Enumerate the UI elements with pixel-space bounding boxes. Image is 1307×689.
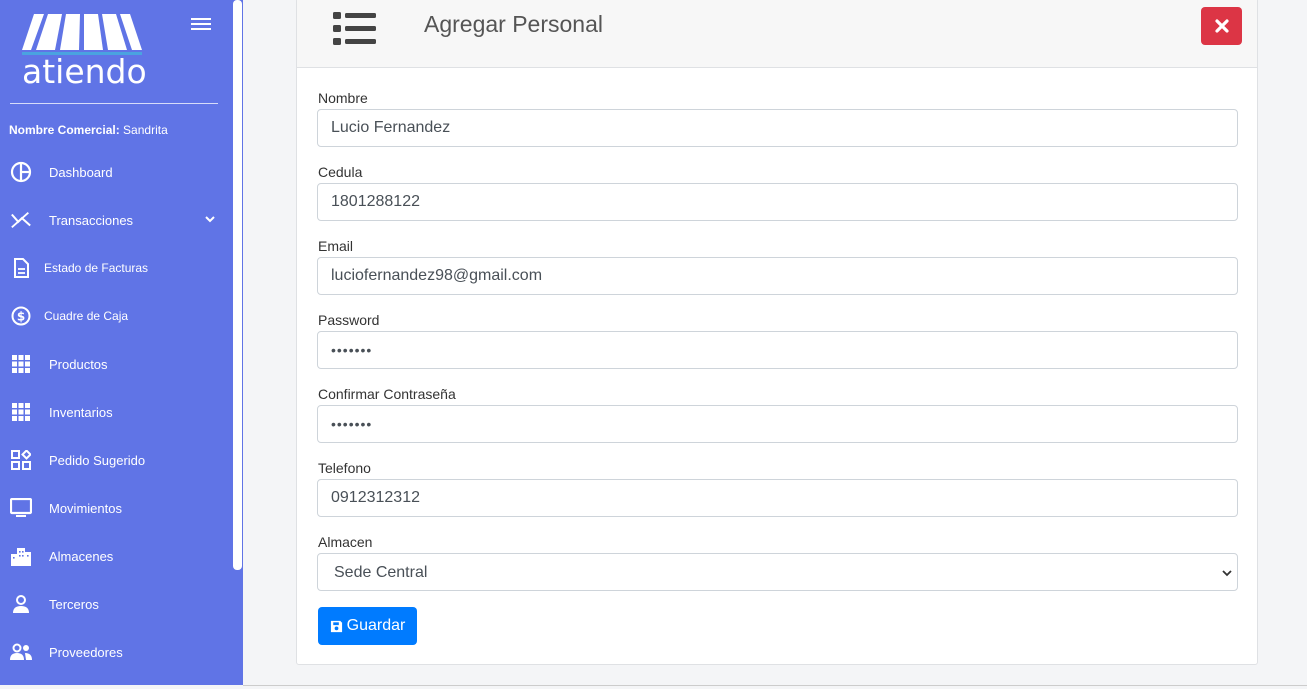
grid-icon — [10, 353, 32, 375]
card-header: Agregar Personal — [297, 0, 1257, 68]
sidebar-item-transacciones[interactable]: Transacciones — [0, 196, 233, 244]
sidebar-item-inventarios[interactable]: Inventarios — [0, 388, 233, 436]
sidebar-item-label: Cuadre de Caja — [44, 309, 129, 323]
telefono-input[interactable] — [317, 479, 1238, 517]
close-icon — [1214, 19, 1229, 33]
list-icon — [333, 12, 376, 45]
sidebar-item-dashboard[interactable]: Dashboard — [0, 148, 233, 196]
sidebar-divider — [10, 103, 218, 104]
password-label: Password — [318, 312, 380, 328]
close-button[interactable] — [1201, 7, 1242, 45]
commercial-name: Nombre Comercial: Sandrita — [9, 123, 168, 137]
dollar-circle-icon: $ — [10, 305, 32, 327]
sidebar-item-label: Transacciones — [49, 212, 134, 228]
page-title: Agregar Personal — [424, 11, 603, 37]
monitor-icon — [10, 497, 32, 519]
sidebar-item-movimientos[interactable]: Movimientos — [0, 484, 233, 532]
cedula-label: Cedula — [318, 164, 363, 180]
logo-text: atiendo — [22, 52, 147, 91]
cedula-input[interactable] — [317, 183, 1238, 221]
bottom-border — [243, 685, 1307, 686]
sidebar-item-label: Proveedores — [49, 644, 123, 660]
sidebar-item-label: Estado de Facturas — [44, 261, 149, 275]
sidebar-item-label: Pedido Sugerido — [49, 452, 146, 468]
sidebar-item-terceros[interactable]: Terceros — [0, 580, 233, 628]
sidebar-item-label: Terceros — [49, 596, 99, 612]
sidebar-item-label: Productos — [49, 356, 108, 372]
sidebar-item-pedido-sugerido[interactable]: Pedido Sugerido — [0, 436, 233, 484]
invoice-document-icon — [10, 257, 32, 279]
sidebar-item-productos[interactable]: Productos — [0, 340, 233, 388]
almacen-select[interactable]: Sede Central — [317, 553, 1238, 591]
widgets-icon — [10, 449, 32, 471]
telefono-label: Telefono — [318, 460, 371, 476]
save-button-label: Guardar — [346, 617, 406, 634]
save-button[interactable]: Guardar — [318, 607, 417, 645]
sidebar: atiendo Nombre Comercial: Sandrita Dashb… — [0, 0, 243, 685]
sidebar-item-almacenes[interactable]: Almacenes — [0, 532, 233, 580]
people-icon — [10, 641, 32, 663]
email-label: Email — [318, 238, 354, 254]
dashboard-pie-icon — [10, 161, 32, 183]
sidebar-item-label: Dashboard — [49, 164, 113, 180]
buildings-icon — [10, 545, 32, 567]
email-input[interactable] — [317, 257, 1238, 295]
nombre-label: Nombre — [318, 90, 368, 106]
confirm-password-input[interactable] — [317, 405, 1238, 443]
commercial-value: Sandrita — [123, 123, 168, 137]
hamburger-menu-icon[interactable] — [191, 18, 211, 34]
password-input[interactable] — [317, 331, 1238, 369]
svg-text:$: $ — [17, 310, 25, 324]
grid-icon — [10, 401, 32, 423]
sidebar-item-label: Inventarios — [49, 404, 113, 420]
sidebar-item-estado-facturas[interactable]: Estado de Facturas — [0, 244, 233, 292]
commercial-label: Nombre Comercial: — [9, 123, 120, 137]
chevron-down-icon[interactable] — [204, 214, 216, 224]
sidebar-scrollbar[interactable] — [233, 0, 242, 570]
transactions-icon — [10, 209, 32, 231]
confirm-password-label: Confirmar Contraseña — [318, 386, 456, 402]
sidebar-item-proveedores[interactable]: Proveedores — [0, 628, 233, 676]
almacen-label: Almacen — [318, 534, 373, 550]
sidebar-item-cuadre-caja[interactable]: $ Cuadre de Caja — [0, 292, 233, 340]
person-icon — [10, 593, 32, 615]
sidebar-item-label: Movimientos — [49, 500, 122, 516]
floppy-disk-icon — [330, 620, 342, 632]
add-personal-card: Agregar Personal Nombre Cedula Email Pas… — [296, 0, 1258, 665]
sidebar-item-label: Almacenes — [49, 548, 114, 564]
nombre-input[interactable] — [317, 109, 1238, 147]
